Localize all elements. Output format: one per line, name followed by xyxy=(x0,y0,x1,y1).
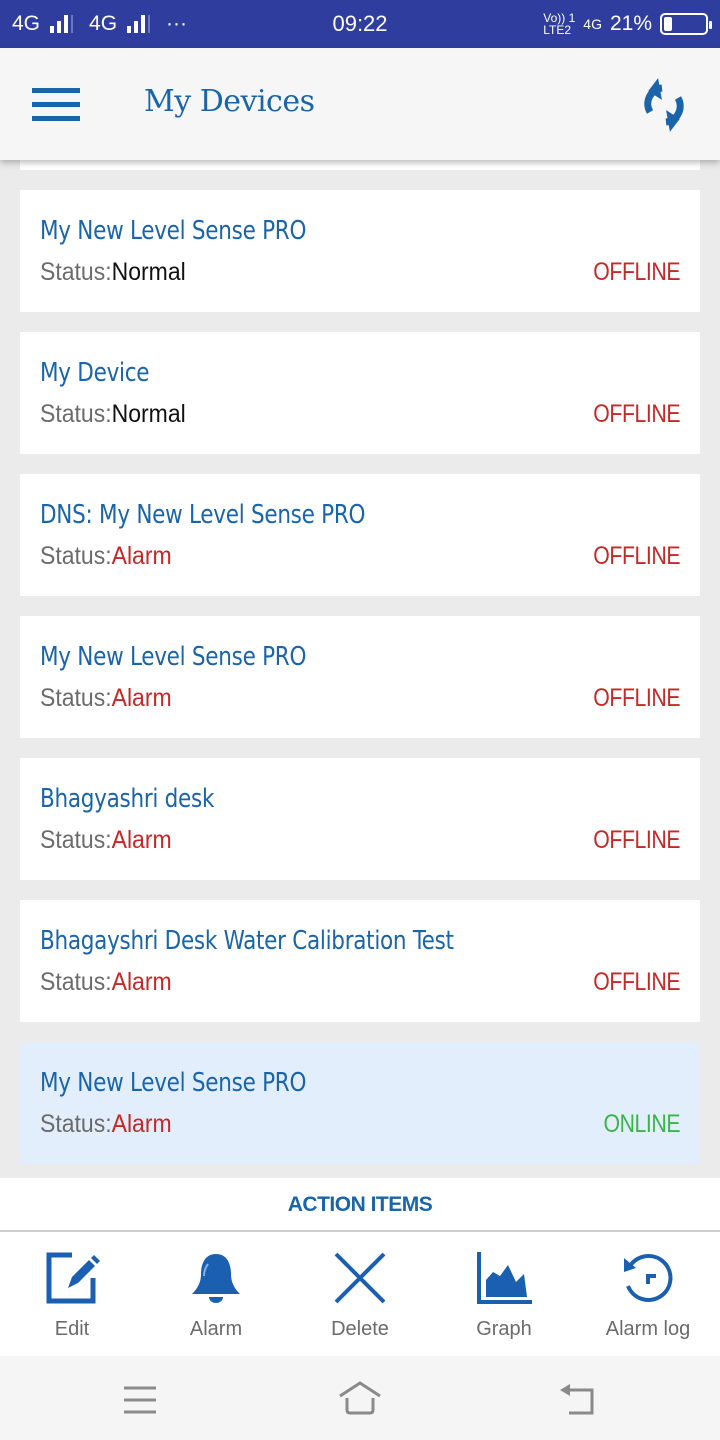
bell-icon xyxy=(192,1254,240,1303)
connection-badge: OFFLINE xyxy=(593,542,680,570)
sim1-network-label: 4G xyxy=(12,12,41,35)
hamburger-menu-icon[interactable] xyxy=(32,88,80,121)
sim2-network-label: 4G xyxy=(89,12,118,35)
device-name: My Device xyxy=(40,358,150,388)
battery-level xyxy=(664,17,672,31)
connection-badge: OFFLINE xyxy=(593,400,680,428)
alarm-label: Alarm xyxy=(189,1318,243,1340)
status-value: Alarm xyxy=(111,684,172,712)
status-value: Alarm xyxy=(111,1110,172,1138)
device-status: Status:Alarm xyxy=(40,542,172,571)
status-value: Normal xyxy=(111,400,186,428)
status-label: Status: xyxy=(40,826,112,854)
graph-label: Graph xyxy=(476,1318,532,1340)
connection-badge: OFFLINE xyxy=(593,968,680,996)
status-value: Alarm xyxy=(111,542,172,570)
alarm-log-button[interactable]: Alarm log xyxy=(576,1232,720,1356)
device-status: Status:Alarm xyxy=(40,1110,172,1139)
area-chart-icon xyxy=(477,1252,532,1304)
status-label: Status: xyxy=(40,1110,112,1138)
signal-icon xyxy=(50,15,74,33)
device-name: My New Level Sense PRO xyxy=(40,216,307,246)
status-label: Status: xyxy=(40,258,112,286)
edit-button[interactable]: Edit xyxy=(0,1232,144,1356)
device-card[interactable]: Bhagyashri desk Status:Alarm OFFLINE xyxy=(20,758,700,880)
more-notifications-icon: ··· xyxy=(166,12,188,35)
device-card[interactable]: DNS: My New Level Sense PRO Status:Alarm O… xyxy=(20,474,700,596)
recents-icon[interactable] xyxy=(116,1380,164,1420)
device-list[interactable]: My New Level Sense PRO Status:Normal OFFLI… xyxy=(0,160,720,1178)
status-value: Alarm xyxy=(111,826,172,854)
network-type-label: 4G xyxy=(583,16,602,32)
action-items-header: ACTION ITEMS xyxy=(0,1178,720,1232)
status-value: Normal xyxy=(111,258,186,286)
delete-button[interactable]: Delete xyxy=(288,1232,432,1356)
connection-badge: OFFLINE xyxy=(593,684,680,712)
device-card[interactable]: Bhagayshri Desk Water Calibration Test St… xyxy=(20,900,700,1022)
status-label: Status: xyxy=(40,968,112,996)
device-name: My New Level Sense PRO xyxy=(40,642,307,672)
status-right: Vo)) 1 LTE2 4G 21% xyxy=(543,12,712,36)
device-name: Bhagayshri Desk Water Calibration Test xyxy=(40,926,454,956)
alarm-log-label: Alarm log xyxy=(605,1318,691,1340)
home-icon[interactable] xyxy=(336,1380,384,1420)
status-label: Status: xyxy=(40,400,112,428)
alarm-button[interactable]: Alarm xyxy=(144,1232,288,1356)
device-status: Status:Alarm xyxy=(40,826,172,855)
status-label: Status: xyxy=(40,542,112,570)
device-card[interactable]: My New Level Sense PRO Status:Normal OFFLI… xyxy=(20,190,700,312)
back-icon[interactable] xyxy=(556,1380,604,1420)
status-left: 4G 4G ··· xyxy=(12,12,187,36)
battery-icon xyxy=(660,13,712,35)
device-card[interactable]: My New Level Sense PRO Status:Alarm OFFLIN… xyxy=(20,616,700,738)
history-icon xyxy=(624,1253,673,1302)
device-status: Status:Normal xyxy=(40,400,186,429)
page-title: My Devices xyxy=(144,84,315,119)
device-name: Bhagyashri desk xyxy=(40,784,215,814)
device-card[interactable]: My Device Status:Normal OFFLINE xyxy=(20,332,700,454)
delete-label: Delete xyxy=(331,1318,389,1340)
connection-badge: OFFLINE xyxy=(593,258,680,286)
device-name: My New Level Sense PRO xyxy=(40,1068,307,1098)
device-status: Status:Normal xyxy=(40,258,186,287)
connection-badge: OFFLINE xyxy=(593,826,680,854)
status-bar: 4G 4G ··· 09:22 Vo)) 1 LTE2 4G 21% xyxy=(0,0,720,48)
close-icon xyxy=(334,1252,386,1304)
edit-icon xyxy=(46,1252,100,1304)
volte-indicator: Vo)) 1 LTE2 xyxy=(543,12,575,36)
device-card[interactable]: My New Level Sense PRO Status:Alarm ONLINE xyxy=(20,1042,700,1164)
signal-icon xyxy=(127,15,151,33)
battery-percent: 21% xyxy=(609,12,652,35)
status-label: Status: xyxy=(40,684,112,712)
refresh-icon[interactable] xyxy=(636,76,692,134)
device-card-partial[interactable] xyxy=(20,160,700,170)
connection-badge: ONLINE xyxy=(603,1110,680,1138)
graph-button[interactable]: Graph xyxy=(432,1232,576,1356)
status-value: Alarm xyxy=(111,968,172,996)
device-name: DNS: My New Level Sense PRO xyxy=(40,500,366,530)
device-status: Status:Alarm xyxy=(40,968,172,997)
app-bar: My Devices xyxy=(0,48,720,160)
volte-bottom-label: LTE2 xyxy=(543,23,572,37)
device-status: Status:Alarm xyxy=(40,684,172,713)
system-nav-bar xyxy=(0,1356,720,1440)
edit-label: Edit xyxy=(54,1318,90,1340)
action-items-bar: Edit Alarm Delete Graph Alarm log xyxy=(0,1232,720,1356)
